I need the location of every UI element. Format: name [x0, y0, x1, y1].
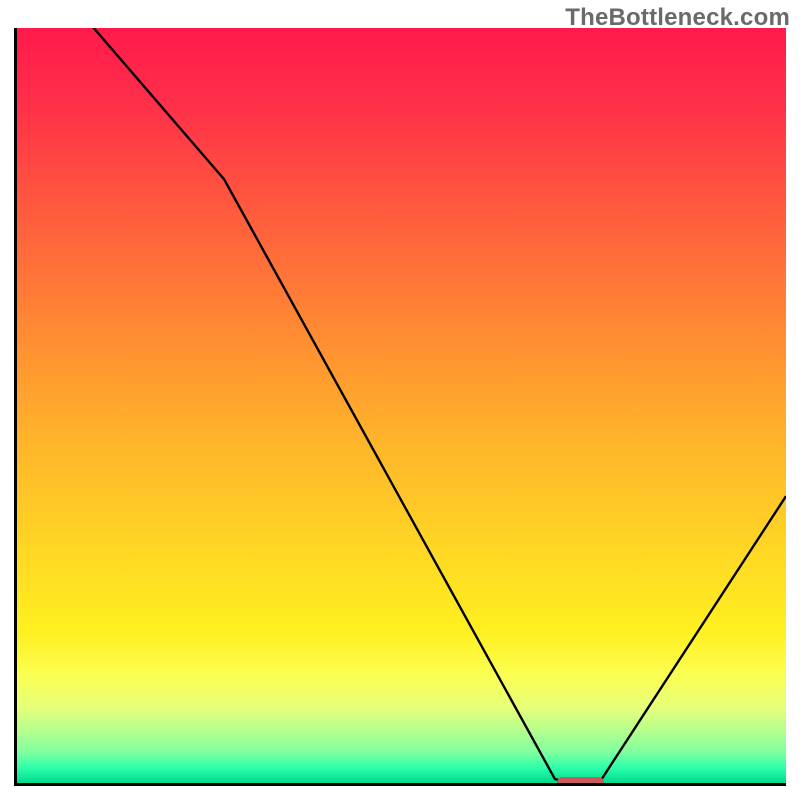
optimal-marker — [557, 777, 604, 786]
curve-path — [17, 28, 786, 782]
plot-area — [14, 28, 786, 786]
bottleneck-curve — [17, 28, 786, 783]
chart-stage: TheBottleneck.com — [0, 0, 800, 800]
